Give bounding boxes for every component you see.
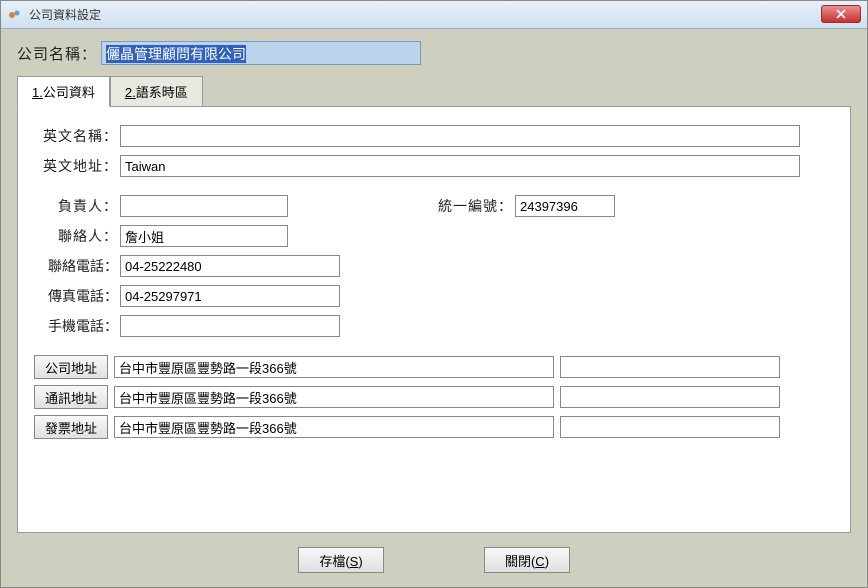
fax-input[interactable] bbox=[120, 285, 340, 307]
tab-locale-timezone[interactable]: 2.語系時區 bbox=[110, 76, 203, 107]
tax-id-input[interactable] bbox=[515, 195, 615, 217]
row-contact: 聯絡人： bbox=[34, 225, 834, 247]
contact-label: 聯絡人： bbox=[34, 226, 120, 246]
row-mobile: 手機電話： bbox=[34, 315, 834, 337]
row-fax: 傳真電話： bbox=[34, 285, 834, 307]
titlebar: 公司資料設定 bbox=[1, 1, 867, 29]
window-frame: 公司資料設定 公司名稱： 儷晶管理顧問有限公司 1.公司資料 2.語系時區 英文… bbox=[0, 0, 868, 588]
invoice-address-line1[interactable] bbox=[114, 416, 554, 438]
mailing-address-button[interactable]: 通訊地址 bbox=[34, 385, 108, 409]
save-button[interactable]: 存檔(S) bbox=[298, 547, 384, 573]
owner-label: 負責人： bbox=[34, 196, 120, 216]
tab-company-info[interactable]: 1.公司資料 bbox=[17, 76, 110, 107]
company-name-row: 公司名稱： 儷晶管理顧問有限公司 bbox=[17, 41, 851, 65]
mailing-address-line1[interactable] bbox=[114, 386, 554, 408]
content-area: 公司名稱： 儷晶管理顧問有限公司 1.公司資料 2.語系時區 英文名稱： 英文地… bbox=[1, 29, 867, 587]
row-company-address: 公司地址 bbox=[34, 355, 834, 379]
row-english-address: 英文地址： bbox=[34, 155, 834, 177]
tab-strip: 1.公司資料 2.語系時區 bbox=[17, 75, 851, 106]
english-name-label: 英文名稱： bbox=[34, 126, 120, 146]
tab-panel-company-info: 英文名稱： 英文地址： 負責人： 統一編號： 聯絡人： bbox=[17, 106, 851, 533]
row-phone: 聯絡電話： bbox=[34, 255, 834, 277]
mailing-address-line2[interactable] bbox=[560, 386, 780, 408]
company-address-line1[interactable] bbox=[114, 356, 554, 378]
window-title: 公司資料設定 bbox=[29, 6, 101, 23]
owner-input[interactable] bbox=[120, 195, 288, 217]
contact-input[interactable] bbox=[120, 225, 288, 247]
app-icon bbox=[7, 7, 23, 23]
button-bar: 存檔(S) 關閉(C) bbox=[17, 533, 851, 573]
company-name-input[interactable]: 儷晶管理顧問有限公司 bbox=[101, 41, 421, 65]
mobile-input[interactable] bbox=[120, 315, 340, 337]
company-name-label: 公司名稱： bbox=[17, 43, 97, 64]
close-window-button[interactable] bbox=[821, 5, 861, 23]
mobile-label: 手機電話： bbox=[34, 316, 120, 336]
close-button[interactable]: 關閉(C) bbox=[484, 547, 570, 573]
english-address-input[interactable] bbox=[120, 155, 800, 177]
invoice-address-line2[interactable] bbox=[560, 416, 780, 438]
fax-label: 傳真電話： bbox=[34, 286, 120, 306]
phone-input[interactable] bbox=[120, 255, 340, 277]
company-address-button[interactable]: 公司地址 bbox=[34, 355, 108, 379]
english-address-label: 英文地址： bbox=[34, 156, 120, 176]
row-mailing-address: 通訊地址 bbox=[34, 385, 834, 409]
invoice-address-button[interactable]: 發票地址 bbox=[34, 415, 108, 439]
phone-label: 聯絡電話： bbox=[34, 256, 120, 276]
row-owner-taxid: 負責人： 統一編號： bbox=[34, 195, 834, 217]
row-english-name: 英文名稱： bbox=[34, 125, 834, 147]
company-address-line2[interactable] bbox=[560, 356, 780, 378]
close-icon bbox=[836, 9, 846, 19]
tax-id-label: 統一編號： bbox=[438, 196, 515, 216]
row-invoice-address: 發票地址 bbox=[34, 415, 834, 439]
company-name-value: 儷晶管理顧問有限公司 bbox=[106, 45, 246, 63]
english-name-input[interactable] bbox=[120, 125, 800, 147]
